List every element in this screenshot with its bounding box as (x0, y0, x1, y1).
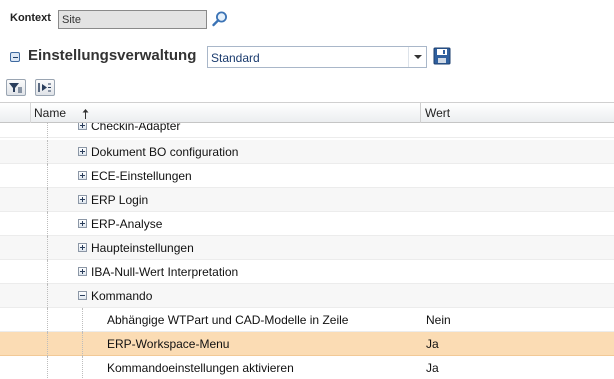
collapse-icon[interactable] (78, 291, 87, 300)
page-title: Einstellungsverwaltung (28, 47, 197, 64)
setting-value: Nein (426, 313, 451, 327)
column-header-name[interactable]: Name (34, 103, 420, 123)
chevron-down-icon[interactable] (408, 47, 426, 67)
context-label: Kontext (10, 12, 51, 24)
filter-tree-button[interactable] (6, 79, 26, 96)
expand-icon[interactable] (78, 147, 87, 156)
setting-label: Abhängige WTPart und CAD-Modelle in Zeil… (107, 313, 349, 327)
row-label: ECE-Einstellungen (91, 169, 192, 183)
preference-set-select[interactable]: Standard (207, 46, 427, 68)
expand-icon[interactable] (78, 219, 87, 228)
setting-label: Kommandoeinstellungen aktivieren (107, 361, 294, 375)
tree-row[interactable]: IBA-Null-Wert Interpretation (0, 260, 614, 284)
row-label: IBA-Null-Wert Interpretation (91, 265, 239, 279)
grid-header: Name Wert (0, 102, 614, 123)
tree-row[interactable]: ERP Login (0, 188, 614, 212)
tree-row[interactable]: Dokument BO configuration (0, 140, 614, 164)
expand-icon[interactable] (78, 171, 87, 180)
tree-row[interactable]: Kommando (0, 284, 614, 308)
setting-value: Ja (426, 337, 439, 351)
expand-all-button[interactable] (35, 79, 55, 96)
expand-icon[interactable] (78, 243, 87, 252)
tree-row[interactable]: ECE-Einstellungen (0, 164, 614, 188)
setting-row[interactable]: Abhängige WTPart und CAD-Modelle in Zeil… (0, 308, 614, 332)
tree-row[interactable]: ERP-Analyse (0, 212, 614, 236)
setting-value: Ja (426, 361, 439, 375)
sort-ascending-icon (82, 108, 89, 122)
tree-row[interactable]: Haupteinstellungen (0, 236, 614, 260)
context-field[interactable] (58, 10, 207, 29)
search-icon[interactable] (211, 10, 229, 28)
preference-set-value: Standard (211, 51, 260, 65)
setting-row-selected[interactable]: ERP-Workspace-Menu Ja (0, 332, 614, 356)
save-icon[interactable] (433, 47, 451, 65)
column-header-value[interactable]: Wert (420, 103, 614, 123)
tree-row[interactable]: Checkin-Adapter (0, 123, 614, 138)
row-label: Kommando (91, 289, 153, 303)
expand-icon[interactable] (78, 267, 87, 276)
row-label: Dokument BO configuration (91, 145, 239, 159)
header-divider (30, 103, 31, 123)
row-label: Checkin-Adapter (91, 123, 181, 133)
expand-icon[interactable] (78, 195, 87, 204)
row-label: Haupteinstellungen (91, 241, 194, 255)
row-label: ERP-Analyse (91, 217, 163, 231)
row-label: ERP Login (91, 193, 149, 207)
expand-icon[interactable] (78, 123, 87, 130)
setting-label: ERP-Workspace-Menu (107, 337, 230, 351)
setting-row[interactable]: Kommandoeinstellungen aktivieren Ja (0, 356, 614, 379)
settings-tree-grid: Checkin-Adapter Dokument BO configuratio… (0, 123, 614, 379)
collapse-section-icon[interactable] (10, 52, 20, 62)
